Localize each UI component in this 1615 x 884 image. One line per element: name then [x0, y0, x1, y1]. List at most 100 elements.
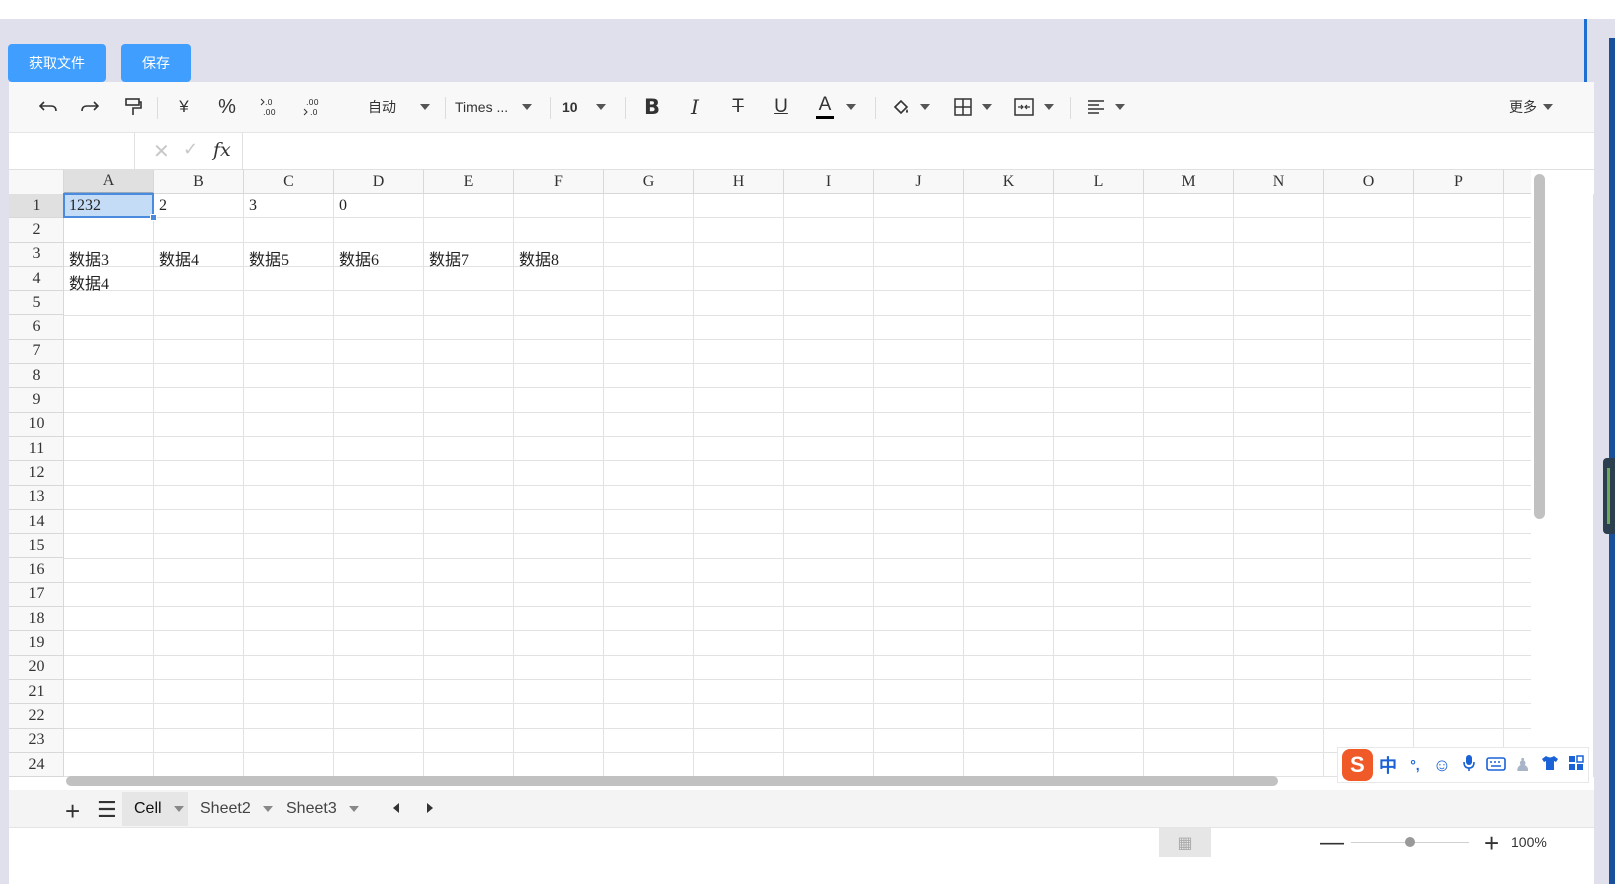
fill-color-dropdown[interactable]	[887, 90, 935, 124]
confirm-icon[interactable]: ✓	[183, 139, 198, 160]
zoom-in-icon[interactable]: +	[1484, 828, 1499, 859]
row-header-23[interactable]: 23	[9, 729, 64, 753]
column-header-n[interactable]: N	[1234, 170, 1324, 194]
row-header-2[interactable]: 2	[9, 218, 64, 243]
zoom-slider-handle[interactable]	[1405, 837, 1415, 847]
tab-sheet2[interactable]: Sheet2	[188, 792, 274, 826]
cell-a3[interactable]: 数据3	[69, 246, 109, 270]
cell-area[interactable]: 1232 2 3 0 数据3 数据4 数据5 数据6 数据7 数据8 数据4	[63, 193, 1594, 778]
add-sheet-icon[interactable]: +	[65, 796, 80, 827]
row-header-20[interactable]: 20	[9, 656, 64, 680]
row-header-7[interactable]: 7	[9, 340, 64, 365]
font-family-dropdown[interactable]: Times ...	[455, 90, 545, 124]
merge-cells-dropdown[interactable]	[1010, 90, 1058, 124]
microphone-icon[interactable]	[1457, 754, 1480, 777]
scroll-tabs-left-icon[interactable]	[393, 803, 399, 813]
horizontal-scrollbar[interactable]	[64, 774, 1531, 788]
row-header-5[interactable]: 5	[9, 291, 64, 316]
column-header-j[interactable]: J	[874, 170, 964, 194]
tab-cell[interactable]: Cell	[122, 792, 188, 826]
column-header-c[interactable]: C	[244, 170, 334, 194]
zoom-out-icon[interactable]: —	[1320, 829, 1344, 857]
skin-shirt-icon[interactable]	[1538, 755, 1561, 776]
column-header-e[interactable]: E	[424, 170, 514, 194]
get-file-button[interactable]: 获取文件	[8, 44, 106, 82]
row-header-1[interactable]: 1	[9, 194, 64, 219]
cell-b3[interactable]: 数据4	[159, 246, 199, 270]
toolbox-grid-icon[interactable]	[1565, 754, 1588, 776]
row-header-11[interactable]: 11	[9, 437, 64, 462]
redo-icon[interactable]	[75, 90, 105, 124]
column-header-g[interactable]: G	[604, 170, 694, 194]
save-button[interactable]: 保存	[121, 44, 191, 82]
strikethrough-icon[interactable]: T	[723, 90, 753, 124]
select-all-corner[interactable]	[9, 170, 64, 194]
number-format-dropdown[interactable]: 自动	[359, 90, 439, 124]
column-header-m[interactable]: M	[1144, 170, 1234, 194]
cell-b1[interactable]: 2	[159, 197, 167, 215]
row-header-8[interactable]: 8	[9, 364, 64, 389]
emoji-icon[interactable]: ☺	[1430, 755, 1453, 776]
chevron-down-icon[interactable]	[348, 806, 359, 812]
grid-view-icon[interactable]: ▦	[1159, 828, 1211, 857]
more-dropdown[interactable]: 更多	[1501, 90, 1561, 124]
row-header-4[interactable]: 4	[9, 267, 64, 292]
chevron-down-icon[interactable]	[262, 806, 273, 812]
row-header-17[interactable]: 17	[9, 583, 64, 608]
increase-decimal-icon[interactable]: .00.0	[298, 90, 328, 124]
name-box[interactable]	[9, 133, 135, 169]
row-header-10[interactable]: 10	[9, 413, 64, 437]
cell-e3[interactable]: 数据7	[429, 246, 469, 270]
ime-logo-icon[interactable]: S	[1342, 749, 1373, 781]
column-header-l[interactable]: L	[1054, 170, 1144, 194]
vertical-scrollbar[interactable]	[1531, 170, 1548, 770]
row-header-22[interactable]: 22	[9, 704, 64, 729]
currency-format-button[interactable]: ¥	[169, 90, 199, 124]
keyboard-icon[interactable]	[1484, 755, 1507, 776]
font-size-dropdown[interactable]: 10	[562, 90, 622, 124]
column-header-a[interactable]: A	[64, 170, 154, 194]
cell-a1[interactable]: 1232	[69, 197, 101, 215]
row-header-24[interactable]: 24	[9, 753, 64, 778]
cell-d3[interactable]: 数据6	[339, 246, 379, 270]
cell-f3[interactable]: 数据8	[519, 246, 559, 270]
row-header-18[interactable]: 18	[9, 607, 64, 632]
tab-sheet3[interactable]: Sheet3	[274, 792, 362, 826]
horizontal-scrollbar-thumb[interactable]	[66, 776, 1278, 786]
column-header-b[interactable]: B	[154, 170, 244, 194]
undo-icon[interactable]	[33, 90, 63, 124]
column-header-o[interactable]: O	[1324, 170, 1414, 194]
fill-handle[interactable]	[150, 214, 157, 222]
user-icon[interactable]: ♟	[1511, 755, 1534, 776]
vertical-scrollbar-thumb[interactable]	[1534, 174, 1545, 519]
column-header-f[interactable]: F	[514, 170, 604, 194]
function-icon[interactable]: fx	[213, 139, 231, 161]
side-widget[interactable]	[1603, 458, 1615, 534]
row-header-3[interactable]: 3	[9, 243, 64, 267]
row-header-15[interactable]: 15	[9, 534, 64, 559]
borders-dropdown[interactable]	[949, 90, 997, 124]
row-header-9[interactable]: 9	[9, 388, 64, 413]
ime-chinese-mode[interactable]: 中	[1377, 752, 1400, 778]
italic-icon[interactable]: I	[680, 90, 710, 124]
align-dropdown[interactable]	[1082, 90, 1130, 124]
format-painter-icon[interactable]	[118, 90, 148, 124]
formula-input[interactable]	[243, 133, 1593, 169]
row-header-12[interactable]: 12	[9, 461, 64, 486]
scroll-tabs-right-icon[interactable]	[427, 803, 433, 813]
row-header-16[interactable]: 16	[9, 559, 64, 583]
text-color-dropdown[interactable]: A	[814, 90, 858, 124]
row-header-14[interactable]: 14	[9, 510, 64, 535]
underline-icon[interactable]: U	[766, 90, 796, 124]
ime-toolbar[interactable]: S 中 °, ☺ ♟	[1337, 747, 1589, 783]
ime-punctuation[interactable]: °,	[1404, 757, 1427, 773]
column-header-k[interactable]: K	[964, 170, 1054, 194]
cell-c1[interactable]: 3	[249, 197, 257, 215]
bold-icon[interactable]: B	[637, 90, 667, 124]
row-header-13[interactable]: 13	[9, 486, 64, 510]
sheet-list-icon[interactable]: ☰	[97, 797, 117, 823]
cell-c3[interactable]: 数据5	[249, 246, 289, 270]
column-header-i[interactable]: I	[784, 170, 874, 194]
percent-format-button[interactable]: %	[212, 90, 242, 124]
cancel-icon[interactable]: ✕	[153, 139, 170, 164]
